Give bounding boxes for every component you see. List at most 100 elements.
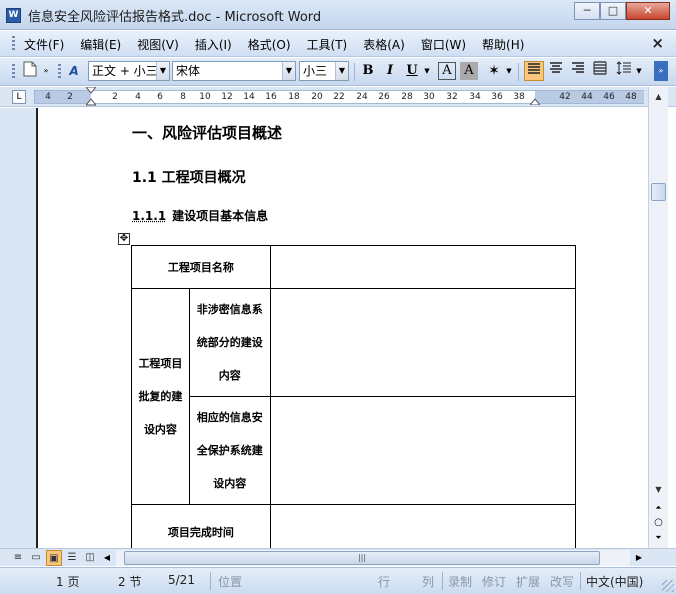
menu-bar: 文件(F) 编辑(E) 视图(V) 插入(I) 格式(O) 工具(T) 表格(A… xyxy=(0,31,676,57)
document-page[interactable]: 一、风险评估项目概述 1.1 工程项目概况 1.1.1 建设项目基本信息 ✥ 工程… xyxy=(38,108,648,548)
new-document-icon[interactable] xyxy=(20,61,40,81)
menu-file[interactable]: 文件(F) xyxy=(24,36,64,53)
table-cell-value[interactable] xyxy=(269,245,577,289)
scroll-left-icon[interactable]: ◀ xyxy=(100,550,114,566)
toolbar-options-icon[interactable]: » xyxy=(654,61,668,81)
toolbar-grip-icon[interactable] xyxy=(12,64,15,80)
table-cell-sub-label[interactable]: 非涉密信息系 统部分的建设 内容 xyxy=(188,288,271,397)
normal-view-icon[interactable]: ≡ xyxy=(10,550,26,566)
table-cell-value[interactable] xyxy=(269,504,577,548)
chevron-down-icon[interactable]: ▼ xyxy=(422,61,432,81)
left-gutter xyxy=(0,108,36,548)
distributed-align-icon[interactable] xyxy=(590,61,610,81)
cell-line: 工程项目 xyxy=(138,357,183,370)
status-ovr[interactable]: 改写 xyxy=(550,573,574,590)
toolbar-separator xyxy=(518,63,519,81)
reading-layout-icon[interactable]: ◫ xyxy=(82,550,98,566)
close-document-button[interactable]: × xyxy=(651,34,664,52)
project-info-table[interactable]: 工程项目名称 工程项目 批复的建 设内容 非涉密信息系 统部分的建设 内容 相应… xyxy=(131,245,577,548)
table-cell-sub-label[interactable]: 相应的信息安 全保护系统建 设内容 xyxy=(188,396,271,505)
menu-grip-icon[interactable] xyxy=(12,36,15,52)
chevron-down-icon[interactable]: ▼ xyxy=(282,62,295,80)
toolbar-grip2-icon[interactable] xyxy=(58,64,61,80)
menu-edit[interactable]: 编辑(E) xyxy=(80,36,121,53)
chevron-down-icon[interactable]: ▼ xyxy=(504,61,514,81)
horizontal-bar: ≡ ▭ ▣ ☰ ◫ ◀ ||| ▶ xyxy=(0,548,676,566)
heading-2: 1.1 工程项目概况 xyxy=(132,170,246,186)
scroll-up-icon[interactable]: ▲ xyxy=(651,89,666,104)
ruler-tick: 24 xyxy=(356,92,368,102)
underline-button[interactable]: U xyxy=(402,61,422,81)
line-spacing-icon[interactable] xyxy=(614,61,634,81)
scroll-thumb[interactable] xyxy=(651,183,666,201)
status-separator xyxy=(442,572,443,590)
menu-view[interactable]: 视图(V) xyxy=(137,36,179,53)
ruler-tick: 10 xyxy=(199,92,211,102)
ruler-tick: 8 xyxy=(180,92,186,102)
table-cell-value[interactable] xyxy=(269,396,577,505)
align-center-icon[interactable] xyxy=(546,61,566,81)
right-indent-icon[interactable] xyxy=(530,95,540,105)
status-ext[interactable]: 扩展 xyxy=(516,573,540,590)
styles-formatting-icon[interactable]: A xyxy=(64,61,84,81)
style-select[interactable]: 正文 + 小三 ▼ xyxy=(88,61,170,81)
character-shading-button[interactable]: A xyxy=(460,62,478,80)
table-cell-value[interactable] xyxy=(269,288,577,397)
vertical-scrollbar[interactable]: ▲ ▼ ⏶ ○ ⏷ xyxy=(648,87,668,549)
close-window-button[interactable]: ✕ xyxy=(626,2,670,20)
scroll-right-icon[interactable]: ▶ xyxy=(632,550,646,566)
align-justify-icon[interactable] xyxy=(524,61,544,81)
highlight-icon[interactable]: ✶ xyxy=(484,61,504,81)
status-separator xyxy=(580,572,581,590)
status-trk[interactable]: 修订 xyxy=(482,573,506,590)
font-size-select[interactable]: 小三 ▼ xyxy=(299,61,349,81)
maximize-button[interactable]: □ xyxy=(600,2,626,20)
bold-button[interactable]: B xyxy=(358,61,378,81)
outline-view-icon[interactable]: ☰ xyxy=(64,550,80,566)
chevron-down-icon[interactable]: ▼ xyxy=(634,61,644,81)
chevron-down-icon[interactable]: ▼ xyxy=(335,62,348,80)
menu-insert[interactable]: 插入(I) xyxy=(195,36,232,53)
status-page-of: 5/21 xyxy=(168,573,195,587)
chevron-down-icon[interactable]: ▼ xyxy=(156,62,169,80)
minimize-button[interactable]: ─ xyxy=(574,2,600,20)
italic-button[interactable]: I xyxy=(380,61,400,81)
menu-help[interactable]: 帮助(H) xyxy=(482,36,524,53)
resize-grip-icon[interactable] xyxy=(662,580,674,592)
character-border-button[interactable]: A xyxy=(438,62,456,80)
cell-line: 设内容 xyxy=(143,423,177,436)
previous-page-icon[interactable]: ⏶ xyxy=(651,500,666,515)
window-title: 信息安全风险评估报告格式.doc - Microsoft Word xyxy=(28,10,322,25)
horizontal-ruler[interactable]: 4 2 2 4 6 8 10 12 14 16 18 20 22 24 26 2… xyxy=(34,90,644,104)
ruler-tick: 42 xyxy=(559,92,571,102)
toolbar-options-icon[interactable]: » xyxy=(40,61,52,81)
align-right-icon[interactable] xyxy=(568,61,588,81)
tab-selector-button[interactable]: L xyxy=(12,90,26,104)
menu-window[interactable]: 窗口(W) xyxy=(421,36,466,53)
status-rec[interactable]: 录制 xyxy=(448,573,472,590)
table-cell-label[interactable]: 工程项目名称 xyxy=(131,245,271,289)
menu-format[interactable]: 格式(O) xyxy=(248,36,291,53)
next-page-icon[interactable]: ⏷ xyxy=(651,530,666,545)
status-section: 2 节 xyxy=(118,575,142,589)
ruler-tick: 12 xyxy=(221,92,233,102)
table-cell-label[interactable]: 项目完成时间 xyxy=(131,504,271,548)
font-select[interactable]: 宋体 ▼ xyxy=(172,61,296,81)
scroll-down-icon[interactable]: ▼ xyxy=(651,482,666,497)
print-layout-icon[interactable]: ▣ xyxy=(46,550,62,566)
menu-tools[interactable]: 工具(T) xyxy=(307,36,348,53)
ruler-tick: 14 xyxy=(243,92,255,102)
table-move-handle-icon[interactable]: ✥ xyxy=(118,233,130,245)
font-value: 宋体 xyxy=(176,64,201,78)
horizontal-scroll-thumb[interactable]: ||| xyxy=(124,551,600,565)
table-cell-group-label[interactable]: 工程项目 批复的建 设内容 xyxy=(131,288,190,505)
web-layout-icon[interactable]: ▭ xyxy=(28,550,44,566)
ruler-tick: 26 xyxy=(378,92,390,102)
ruler-tick: 18 xyxy=(288,92,300,102)
ruler-tick: 28 xyxy=(401,92,413,102)
menu-table[interactable]: 表格(A) xyxy=(363,36,405,53)
first-line-indent-icon[interactable] xyxy=(86,87,96,107)
ruler-tick: 44 xyxy=(581,92,593,102)
select-browse-object-icon[interactable]: ○ xyxy=(651,515,666,530)
font-size-value: 小三 xyxy=(303,64,328,78)
